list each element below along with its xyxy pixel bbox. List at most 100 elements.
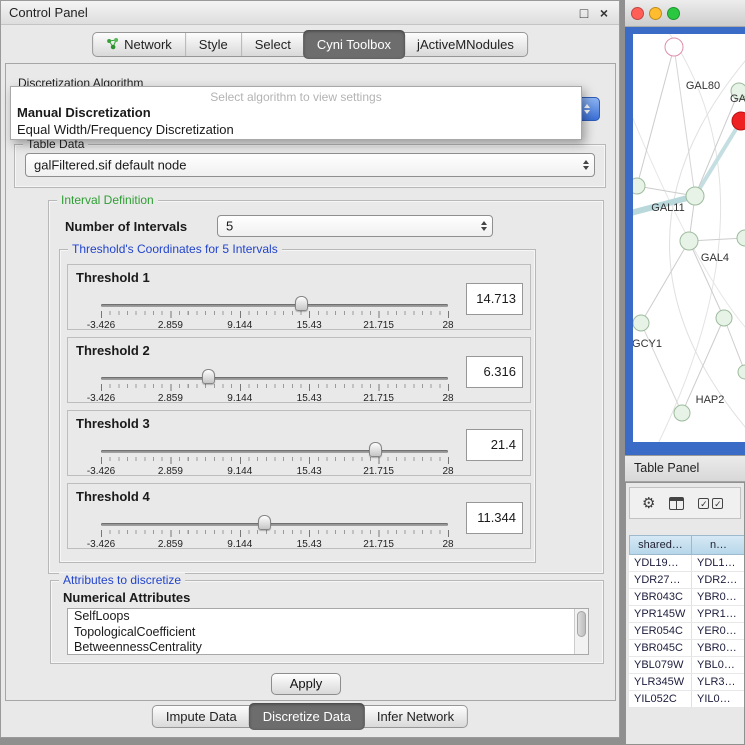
slider-ticks-major [101,457,449,464]
network-node[interactable] [732,112,745,130]
table-cell[interactable]: YDR2… [692,572,745,588]
table-cell[interactable]: YPR1… [692,606,745,622]
tab-select[interactable]: Select [241,33,304,56]
columns-icon[interactable] [669,497,684,510]
select-columns-icon[interactable]: ✓ ✓ [698,498,723,509]
popup-item-manual-discretization[interactable]: Manual Discretization [11,104,581,121]
network-edge[interactable] [637,47,674,186]
slider-ticks-major [101,530,449,537]
settings-gear-icon[interactable]: ⚙ [642,496,655,511]
tab-label: Style [199,37,228,52]
table-cell[interactable]: YER054C [629,623,692,639]
tab-discretize-data[interactable]: Discretize Data [249,703,365,730]
slider-track[interactable] [101,377,448,380]
minimize-traffic-light-icon[interactable] [649,7,662,20]
tick-label: 15.43 [297,320,322,331]
table-row[interactable]: YPR145WYPR1… [629,606,745,623]
threshold-1-value-field[interactable]: 14.713 [466,283,523,315]
table-cell[interactable]: YBR043C [629,589,692,605]
list-item[interactable]: SelfLoops [68,609,588,625]
network-node[interactable] [633,315,649,331]
table-cell[interactable]: YIL052C [629,691,692,707]
table-row[interactable]: YLR345WYLR3… [629,674,745,691]
network-node[interactable] [633,178,645,194]
table-row[interactable]: YER054CYER0… [629,623,745,640]
checkbox-icon: ✓ [698,498,709,509]
table-row[interactable]: YIL052CYIL0… [629,691,745,708]
attributes-list: SelfLoops TopologicalCoefficient Between… [67,608,589,655]
table-cell[interactable]: YLR3… [692,674,745,690]
table-cell[interactable]: YBR045C [629,640,692,656]
network-node[interactable] [716,310,732,326]
slider-track[interactable] [101,523,448,526]
tab-network[interactable]: Network [93,33,185,56]
tab-jactivemnodules[interactable]: jActiveMNodules [404,33,527,56]
slider-thumb[interactable] [202,369,215,384]
threshold-2-value-field[interactable]: 6.316 [466,356,523,388]
network-canvas[interactable]: GAL80GAGAL11GAL4GCY1HAP2 [633,34,745,442]
slider-thumb[interactable] [369,442,382,457]
network-node[interactable] [686,187,704,205]
table-cell[interactable]: YPR145W [629,606,692,622]
list-item[interactable]: TopologicalCoefficient [68,625,588,641]
slider-track[interactable] [101,450,448,453]
tab-infer-network[interactable]: Infer Network [364,706,467,727]
slider-thumb[interactable] [295,296,308,311]
table-cell[interactable]: YBR0… [692,640,745,656]
list-item[interactable]: BetweennessCentrality [68,640,588,655]
cyni-toolbox-panel: Discretization Algorithm Select algorith… [5,63,616,701]
apply-button[interactable]: Apply [271,673,341,695]
scrollbar[interactable] [574,609,588,654]
table-cell[interactable]: YBL079W [629,657,692,673]
table-row[interactable]: YDL19…YDL1… [629,555,745,572]
network-node[interactable] [680,232,698,250]
network-edge[interactable] [695,121,741,196]
network-edge[interactable] [641,241,689,323]
slider-ticks-major [101,311,449,318]
column-header-shared-name[interactable]: shared… [629,535,692,555]
table-cell[interactable]: YBL0… [692,657,745,673]
table-row[interactable]: YBL079WYBL0… [629,657,745,674]
table-data-group: Table Data galFiltered.sif default node [14,144,606,188]
table-cell[interactable]: YDL19… [629,555,692,571]
column-header-name[interactable]: n… [692,535,745,555]
tab-label: Select [255,37,291,52]
network-edge[interactable] [724,318,745,372]
scrollbar-thumb[interactable] [577,611,586,637]
threshold-4-value-field[interactable]: 11.344 [466,502,523,534]
network-edge[interactable] [695,91,739,196]
table-row[interactable]: YBR045CYBR0… [629,640,745,657]
table-row[interactable]: YDR27…YDR2… [629,572,745,589]
close-traffic-light-icon[interactable] [631,7,644,20]
table-cell[interactable]: YBR0… [692,589,745,605]
slider-track[interactable] [101,304,448,307]
network-edge[interactable] [641,323,682,413]
table-data-combo[interactable]: galFiltered.sif default node [25,153,595,177]
table-data-combo-value: galFiltered.sif default node [34,158,186,173]
tick-label: 28 [442,393,453,404]
float-window-icon[interactable]: □ [575,4,593,22]
tick-label: 15.43 [297,466,322,477]
table-cell[interactable]: YDR27… [629,572,692,588]
network-node[interactable] [738,365,745,379]
thresholds-group-title: Threshold's Coordinates for 5 Intervals [68,242,282,256]
table-cell[interactable]: YDL1… [692,555,745,571]
num-intervals-combo[interactable]: 5 [217,215,493,237]
tab-style[interactable]: Style [185,33,241,56]
zoom-traffic-light-icon[interactable] [667,7,680,20]
network-edge[interactable] [674,47,695,196]
threshold-3-value-field[interactable]: 21.4 [466,429,523,461]
network-node-label: GAL4 [701,252,729,264]
table-cell[interactable]: YIL0… [692,691,745,707]
table-cell[interactable]: YLR345W [629,674,692,690]
network-node[interactable] [674,405,690,421]
popup-item-equal-width-frequency[interactable]: Equal Width/Frequency Discretization [11,121,581,138]
close-icon[interactable]: × [595,4,613,22]
tab-impute-data[interactable]: Impute Data [153,706,250,727]
tab-cyni-toolbox[interactable]: Cyni Toolbox [303,30,405,59]
slider-thumb[interactable] [258,515,271,530]
table-row[interactable]: YBR043CYBR0… [629,589,745,606]
table-cell[interactable]: YER0… [692,623,745,639]
network-node[interactable] [737,230,745,246]
network-node[interactable] [665,38,683,56]
